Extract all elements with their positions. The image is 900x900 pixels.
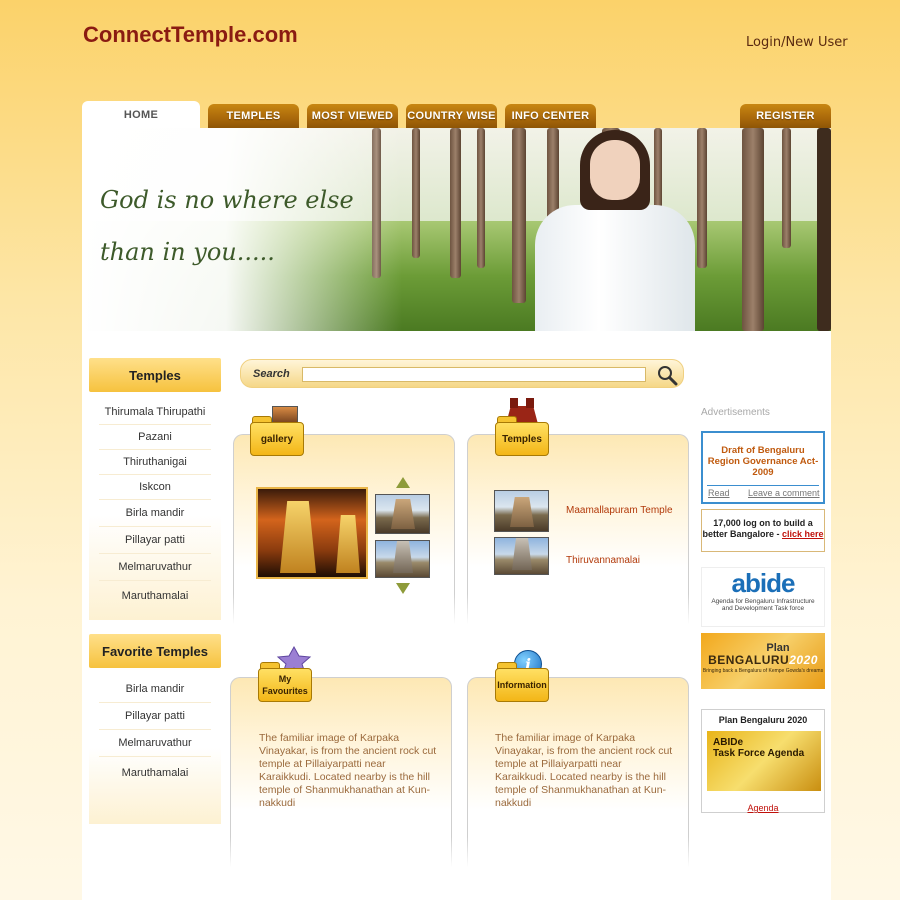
- gallery-prev-arrow[interactable]: [396, 477, 410, 488]
- hero-banner: [82, 128, 831, 331]
- search-icon[interactable]: [656, 364, 678, 386]
- temple-thumb[interactable]: [494, 537, 549, 575]
- tree-trunk: [817, 128, 831, 331]
- gallery-thumb[interactable]: [375, 540, 430, 578]
- sidebar-item-temple[interactable]: Pillayar patti: [99, 527, 211, 554]
- sidebar-item-temple[interactable]: Pazani: [99, 425, 211, 450]
- tree-trunk: [782, 128, 791, 248]
- divider: [707, 485, 819, 486]
- tab-home[interactable]: HOME: [82, 101, 200, 128]
- sidebar-item-temple[interactable]: Maruthamalai: [99, 581, 211, 611]
- temple-thumb[interactable]: [494, 490, 549, 532]
- site-logo[interactable]: ConnectTemple.com: [83, 22, 298, 48]
- temple-link[interactable]: Maamallapuram Temple: [566, 505, 673, 516]
- sidebar-item-temple[interactable]: Birla mandir: [99, 500, 211, 527]
- tab-info-center[interactable]: INFO CENTER: [505, 104, 596, 128]
- sidebar-item-favorite[interactable]: Birla mandir: [99, 676, 211, 703]
- tree-trunk: [477, 128, 485, 268]
- banner-person-face: [590, 140, 640, 200]
- ad-plan-box[interactable]: Plan Bengaluru 2020 ABIDe Task Force Age…: [701, 709, 825, 813]
- sidebar-item-favorite[interactable]: Melmaruvathur: [99, 730, 211, 757]
- tab-register[interactable]: REGISTER: [740, 104, 831, 128]
- plan-box-heading2: Task Force Agenda: [713, 748, 805, 759]
- banner-quote-line2: than in you.....: [100, 238, 275, 266]
- plan-top: Plan: [766, 642, 790, 654]
- ad-read-link[interactable]: Read: [708, 488, 730, 498]
- tab-temples[interactable]: TEMPLES: [208, 104, 299, 128]
- search-label: Search: [253, 368, 290, 380]
- information-folder-icon[interactable]: Information: [495, 660, 549, 702]
- temples-label: Temples: [495, 422, 549, 456]
- tree-trunk: [697, 128, 707, 268]
- sidebar-temples-title: Temples: [89, 358, 221, 392]
- search-bar: Search: [240, 359, 684, 388]
- ad-comment-link[interactable]: Leave a comment: [748, 488, 820, 498]
- sidebar-item-favorite[interactable]: Maruthamalai: [99, 757, 211, 789]
- banner-quote-line1: God is no where else: [100, 186, 354, 214]
- plan-year: 2020: [789, 653, 818, 667]
- ad-plan-bengaluru[interactable]: Plan BENGALURU2020 Bringing back a Benga…: [701, 633, 825, 689]
- gallery-thumb[interactable]: [375, 494, 430, 534]
- ad-better-bangalore[interactable]: 17,000 log on to build a better Bangalor…: [701, 509, 825, 552]
- tree-trunk: [742, 128, 764, 331]
- advertisements-title: Advertisements: [701, 407, 770, 418]
- gallery-next-arrow[interactable]: [396, 583, 410, 594]
- gallery-folder-icon[interactable]: gallery: [250, 406, 304, 456]
- favourites-label-line2: Favourites: [262, 686, 308, 696]
- tree-trunk: [512, 128, 526, 303]
- sidebar-item-temple[interactable]: Thiruthanigai: [99, 450, 211, 475]
- gallery-main-image[interactable]: [256, 487, 368, 579]
- banner-fade: [82, 128, 402, 331]
- tree-trunk: [450, 128, 461, 278]
- tab-country-wise[interactable]: COUNTRY WISE: [406, 104, 497, 128]
- ad-click-here-link[interactable]: click here: [782, 529, 824, 539]
- plan-main: BENGALURU2020: [701, 653, 825, 667]
- tab-most-viewed[interactable]: MOST VIEWED: [307, 104, 398, 128]
- sidebar-temples: Temples Thirumala Thirupathi Pazani Thir…: [89, 358, 221, 620]
- plan-agenda-link[interactable]: Agenda: [747, 803, 778, 813]
- plan-box-title: Plan Bengaluru 2020: [718, 715, 808, 725]
- tree-trunk: [412, 128, 420, 258]
- banner-person: [535, 205, 695, 331]
- favourites-folder-icon[interactable]: My Favourites: [258, 660, 312, 702]
- sidebar-item-temple[interactable]: Melmaruvathur: [99, 554, 211, 581]
- plan-tagline: Bringing back a Bengaluru of Kempe Gowda…: [702, 668, 824, 674]
- plan-box-heading1: ABIDe: [713, 737, 744, 748]
- information-text: The familiar image of Karpaka Vinayakar,…: [495, 732, 673, 809]
- search-input[interactable]: [302, 367, 646, 382]
- abide-logo: abide: [731, 568, 796, 598]
- plan-box-image: ABIDe Task Force Agenda: [707, 731, 821, 791]
- sidebar-favorites: Favorite Temples Birla mandir Pillayar p…: [89, 634, 221, 824]
- sidebar-item-favorite[interactable]: Pillayar patti: [99, 703, 211, 730]
- temple-link[interactable]: Thiruvannamalai: [566, 555, 640, 566]
- ad-abide[interactable]: abide Agenda for Bengaluru Infrastructur…: [701, 567, 825, 627]
- ad-governance-act[interactable]: Draft of Bengaluru Region Governance Act…: [701, 431, 825, 504]
- favourites-label-line1: My: [278, 674, 292, 684]
- sidebar-item-temple[interactable]: Iskcon: [99, 475, 211, 500]
- gallery-label: gallery: [250, 422, 304, 456]
- plan-main-text: BENGALURU: [708, 653, 790, 667]
- temples-folder-icon[interactable]: Temples: [495, 414, 549, 456]
- favourites-label: My Favourites: [258, 668, 312, 702]
- favourites-text: The familiar image of Karpaka Vinayakar,…: [259, 732, 437, 809]
- information-label: Information: [495, 668, 549, 702]
- sidebar-item-temple[interactable]: Thirumala Thirupathi: [99, 400, 211, 425]
- abide-text: Agenda for Bengaluru Infrastructure and …: [711, 598, 815, 612]
- sidebar-favorites-title: Favorite Temples: [89, 634, 221, 668]
- ad-governance-title[interactable]: Draft of Bengaluru Region Governance Act…: [703, 433, 823, 478]
- login-link[interactable]: Login/New User: [746, 35, 848, 50]
